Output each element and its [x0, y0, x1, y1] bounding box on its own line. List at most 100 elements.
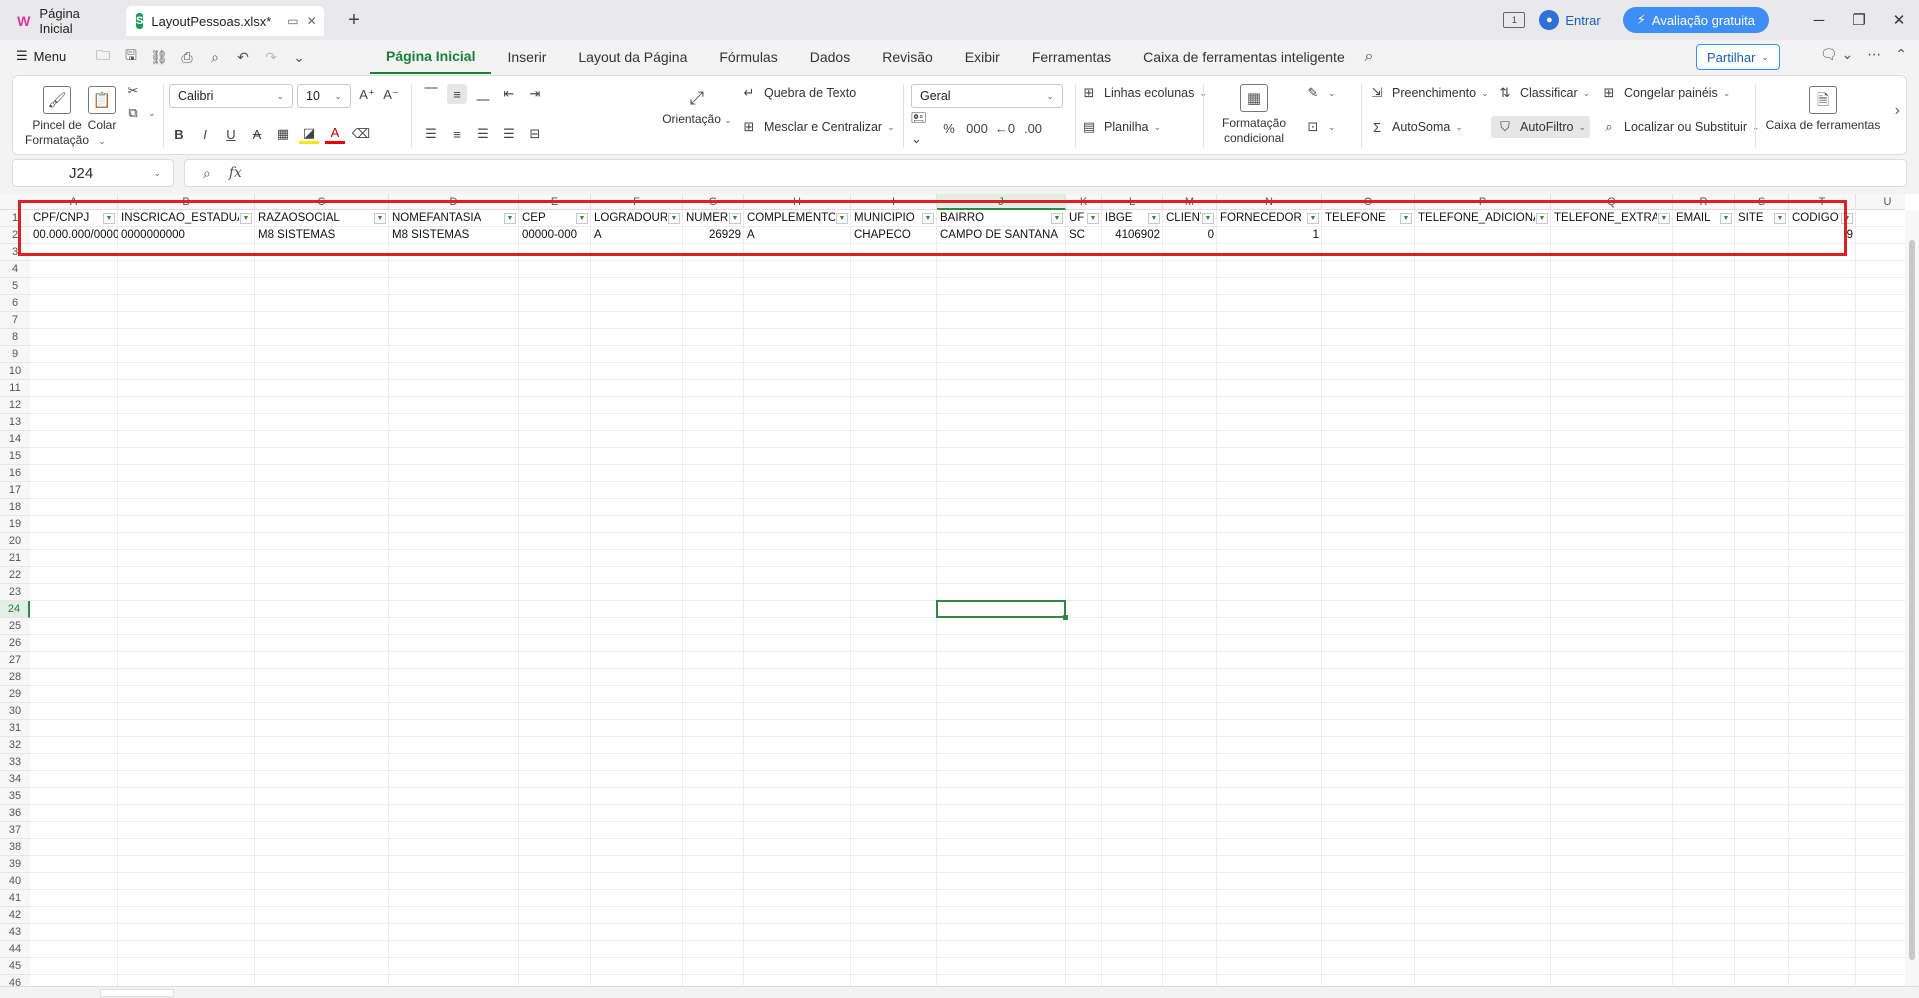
filter-dropdown-icon[interactable]: ▼ [1148, 213, 1160, 224]
close-tab-icon[interactable]: ✕ [307, 14, 317, 28]
data-cell[interactable]: 0000000000 [118, 227, 255, 244]
data-cell[interactable]: M8 SISTEMAS [389, 227, 519, 244]
more-options-icon[interactable]: ⋯ [1867, 46, 1881, 63]
sheet-tab-area[interactable] [100, 989, 174, 997]
row-header-26[interactable]: 26 [0, 635, 30, 652]
row-header-28[interactable]: 28 [0, 669, 30, 686]
collapse-ribbon-icon[interactable]: ⌃ [1895, 46, 1907, 63]
currency-icon[interactable]: 🖭⌄ [911, 110, 931, 146]
header-cell[interactable]: UF [1066, 210, 1086, 227]
row-header-23[interactable]: 23 [0, 584, 30, 601]
borders-icon[interactable]: ▦ [273, 124, 293, 144]
data-cell[interactable]: CHAPECO [851, 227, 937, 244]
filter-dropdown-icon[interactable]: ▼ [1051, 213, 1063, 224]
row-header-44[interactable]: 44 [0, 941, 30, 958]
autosum-button[interactable]: Σ AutoSoma ⌄ [1367, 116, 1463, 138]
format-painter-button[interactable]: 🖌 Pincel de Formatação [25, 86, 89, 148]
row-header-8[interactable]: 8 [0, 329, 30, 346]
row-header-4[interactable]: 4 [0, 261, 30, 278]
row-header-36[interactable]: 36 [0, 805, 30, 822]
cell-style-button[interactable]: ✎ ⌄ [1303, 82, 1336, 104]
data-cell[interactable]: M8 SISTEMAS [255, 227, 389, 244]
column-header-d[interactable]: D [389, 194, 519, 210]
column-header-n[interactable]: N [1217, 194, 1322, 210]
row-header-20[interactable]: 20 [0, 533, 30, 550]
clear-format-icon[interactable]: ⌫ [351, 124, 371, 144]
orientation-button[interactable]: ⤢ Orientação ⌄ [661, 84, 733, 128]
autofilter-button[interactable]: ⛉ AutoFiltro ⌄ [1491, 116, 1591, 138]
row-header-32[interactable]: 32 [0, 737, 30, 754]
fill-button[interactable]: ⇲ Preenchimento ⌄ [1367, 82, 1489, 104]
filter-dropdown-icon[interactable]: ▼ [1087, 213, 1099, 224]
filter-dropdown-icon[interactable]: ▼ [668, 213, 680, 224]
row-header-16[interactable]: 16 [0, 465, 30, 482]
column-header-u[interactable]: U [1856, 194, 1919, 210]
filter-dropdown-icon[interactable]: ▼ [1841, 213, 1853, 224]
pin-tab-icon[interactable]: ▭ [287, 14, 298, 28]
formula-input[interactable]: ⌕ fx [184, 159, 1907, 187]
shrink-font-button[interactable]: A⁻ [381, 84, 401, 106]
font-size-select[interactable]: 10 ⌄ [297, 84, 351, 108]
data-cell[interactable]: 0 [1163, 227, 1217, 244]
header-cell[interactable]: MUNICIPIO [851, 210, 921, 227]
search-icon[interactable]: ⌕ [1358, 46, 1380, 68]
justify-icon[interactable]: ☰ [499, 124, 519, 144]
share-link-icon[interactable]: ⛓ [148, 46, 170, 68]
filter-dropdown-icon[interactable]: ▼ [1720, 213, 1732, 224]
font-color-icon[interactable]: A [325, 124, 345, 144]
tab-home[interactable]: W Página Inicial [6, 6, 124, 36]
header-cell[interactable]: CODIGO [1789, 210, 1840, 227]
distributed-icon[interactable]: ⊟ [525, 124, 545, 144]
tab-document[interactable]: S LayoutPessoas.xlsx* ▭ ✕ [126, 6, 324, 36]
column-header-q[interactable]: Q [1551, 194, 1673, 210]
header-cell[interactable]: CLIENTE [1163, 210, 1201, 227]
row-header-9[interactable]: 9 [0, 346, 30, 363]
row-header-19[interactable]: 19 [0, 516, 30, 533]
toolbox-button[interactable]: 🗎 Caixa de ferramentas [1763, 86, 1883, 133]
comment-icon[interactable]: 🗨 ⌄ [1820, 46, 1853, 63]
header-cell[interactable]: TELEFONE [1322, 210, 1399, 227]
tab-pagina-inicial[interactable]: Página Inicial [370, 40, 492, 74]
reading-mode-icon[interactable]: 1 [1503, 12, 1526, 28]
column-header-t[interactable]: T [1789, 194, 1856, 210]
column-header-c[interactable]: C [255, 194, 389, 210]
conditional-format-button[interactable]: ▦ Formatação condicional [1215, 84, 1293, 146]
header-cell[interactable]: INSCRICAO_ESTADUAL [118, 210, 239, 227]
row-header-42[interactable]: 42 [0, 907, 30, 924]
row-header-18[interactable]: 18 [0, 499, 30, 516]
filter-dropdown-icon[interactable]: ▼ [1536, 213, 1548, 224]
row-header-45[interactable]: 45 [0, 958, 30, 975]
restore-icon[interactable]: ❐ [1839, 7, 1879, 33]
row-header-5[interactable]: 5 [0, 278, 30, 295]
free-trial-button[interactable]: ⚡ Avaliação gratuita [1622, 7, 1769, 33]
row-header-27[interactable]: 27 [0, 652, 30, 669]
new-tab-button[interactable]: + [342, 8, 366, 32]
column-header-s[interactable]: S [1735, 194, 1789, 210]
column-header-j[interactable]: J [937, 194, 1066, 210]
cells-area[interactable]: CPF/CNPJ ▼ INSCRICAO_ESTADUAL ▼ RAZAOSOCIAL ▼… [30, 210, 1905, 992]
filter-dropdown-icon[interactable]: ▼ [729, 213, 741, 224]
thousands-icon[interactable]: 000 [966, 118, 988, 138]
column-header-e[interactable]: E [519, 194, 591, 210]
filter-dropdown-icon[interactable]: ▼ [374, 213, 386, 224]
tab-inserir[interactable]: Inserir [491, 40, 562, 74]
row-header-31[interactable]: 31 [0, 720, 30, 737]
grow-font-button[interactable]: A⁺ [357, 84, 377, 106]
filter-dropdown-icon[interactable]: ▼ [1658, 213, 1670, 224]
column-header-r[interactable]: R [1673, 194, 1735, 210]
header-cell[interactable]: FORNECEDOR [1217, 210, 1306, 227]
scroll-thumb[interactable] [1909, 240, 1915, 960]
row-header-7[interactable]: 7 [0, 312, 30, 329]
font-name-select[interactable]: Calibri ⌄ [169, 84, 293, 108]
freeze-panes-button[interactable]: ⊞ Congelar painéis ⌄ [1599, 82, 1731, 104]
copy-button[interactable]: ⧉ ⌄ [123, 102, 155, 124]
filter-dropdown-icon[interactable]: ▼ [240, 213, 252, 224]
align-top-icon[interactable]: ⎺ [421, 84, 441, 104]
row-header-2[interactable]: 2 [0, 227, 30, 244]
paste-button[interactable]: 📋 Colar ⌄ [85, 86, 119, 149]
row-header-38[interactable]: 38 [0, 839, 30, 856]
row-header-1[interactable]: 1 [0, 210, 30, 227]
column-header-o[interactable]: O [1322, 194, 1415, 210]
column-header-f[interactable]: F [591, 194, 683, 210]
strikethrough-icon[interactable]: A [247, 124, 267, 144]
